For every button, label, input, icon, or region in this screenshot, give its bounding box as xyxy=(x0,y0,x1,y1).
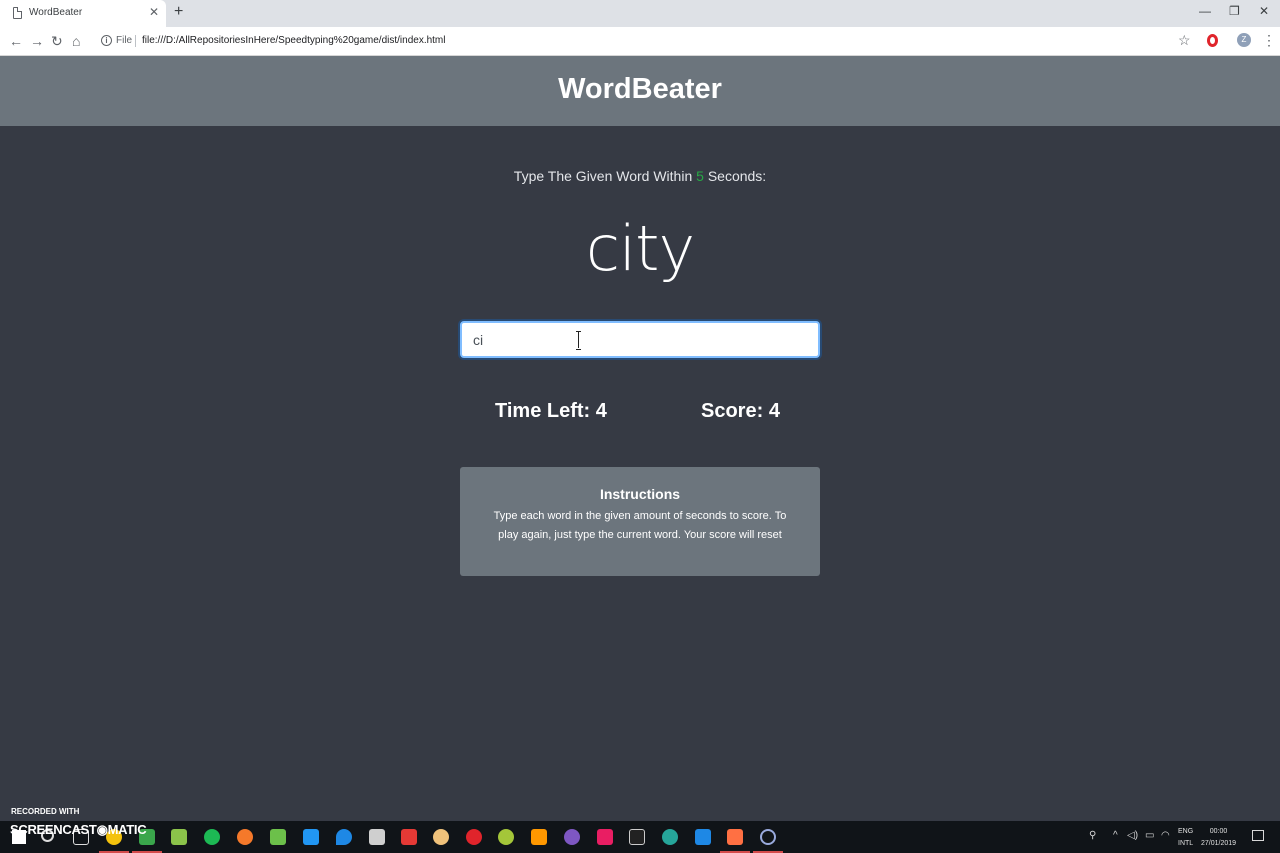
app-icon[interactable] xyxy=(662,829,678,845)
instructions-title: Instructions xyxy=(599,486,681,502)
profile-avatar-icon[interactable]: Z xyxy=(1237,33,1251,47)
volume-icon[interactable]: ◁) xyxy=(1127,830,1138,841)
vscode-icon[interactable] xyxy=(695,829,711,845)
opera-extension-icon[interactable] xyxy=(1207,34,1218,47)
current-word: city xyxy=(585,212,695,285)
notifications-icon[interactable] xyxy=(1252,830,1264,841)
notepad-icon[interactable] xyxy=(171,829,187,845)
score-value: 4 xyxy=(768,400,780,422)
restore-icon[interactable]: ❐ xyxy=(1229,4,1240,18)
site-info-icon[interactable]: i xyxy=(101,35,112,46)
watermark-recorded-with: RECORDED WITH xyxy=(11,807,80,816)
maps-icon[interactable] xyxy=(336,829,352,845)
score-label: Score: xyxy=(701,400,764,422)
instructions-text: Type each word in the given amount of se… xyxy=(493,510,787,541)
battery-icon[interactable]: ▭ xyxy=(1145,830,1154,841)
close-window-icon[interactable]: ✕ xyxy=(1259,4,1269,18)
opera-icon[interactable] xyxy=(466,829,482,845)
prompt-suffix: Seconds: xyxy=(707,168,767,184)
brand-title: WordBeater xyxy=(558,73,722,105)
new-tab-icon[interactable]: + xyxy=(174,3,183,21)
windows-taskbar: ⚲ ^ ◁) ▭ ◠ ENG INTL 00:00 27/01/2019 xyxy=(0,821,1280,853)
terminal-icon[interactable] xyxy=(629,829,645,845)
intellij-icon[interactable] xyxy=(597,829,613,845)
blender-icon[interactable] xyxy=(237,829,253,845)
watermark-brand: SCREENCAST◉MATIC xyxy=(10,822,147,837)
utorrent-icon[interactable] xyxy=(270,829,286,845)
browser-menu-icon[interactable]: ⋮ xyxy=(1262,32,1276,49)
taskbar-clock[interactable]: 00:00 27/01/2019 xyxy=(1201,826,1236,850)
tab-title: WordBeater xyxy=(29,7,83,18)
game-prompt: Type The Given Word Within 5 Seconds: xyxy=(0,168,1280,184)
sublime-icon[interactable] xyxy=(531,829,547,845)
address-bar[interactable]: file:///D:/AllRepositoriesInHere/Speedty… xyxy=(142,35,446,46)
time-left-label: Time Left: xyxy=(495,400,591,422)
browser-toolbar: ← → ↻ ⌂ i File file:///D:/AllRepositorie… xyxy=(0,27,1280,56)
chevron-up-icon[interactable]: ^ xyxy=(1113,830,1118,841)
android-icon[interactable] xyxy=(498,829,514,845)
tab-strip: WordBeater ✕ + — ❐ ✕ xyxy=(0,0,1280,27)
page-header: WordBeater xyxy=(0,56,1280,126)
seconds-value: 5 xyxy=(696,168,704,184)
score: Score: 4 xyxy=(701,400,780,423)
word-input[interactable] xyxy=(460,321,820,358)
wifi-icon[interactable]: ◠ xyxy=(1161,830,1170,841)
instructions-card: Instructions Type each word in the given… xyxy=(460,467,820,576)
close-tab-icon[interactable]: ✕ xyxy=(149,5,159,19)
forward-icon[interactable]: → xyxy=(30,33,44,49)
unity-icon[interactable] xyxy=(369,829,385,845)
browser-tab[interactable]: WordBeater ✕ xyxy=(0,0,166,27)
media-player-icon[interactable] xyxy=(303,829,319,845)
home-icon[interactable]: ⌂ xyxy=(72,33,80,49)
app-icon[interactable] xyxy=(727,829,743,845)
spotify-icon[interactable] xyxy=(204,829,220,845)
people-icon[interactable]: ⚲ xyxy=(1089,830,1096,841)
acrobat-icon[interactable] xyxy=(401,829,417,845)
screencast-icon[interactable] xyxy=(760,829,776,845)
bookmark-star-icon[interactable]: ☆ xyxy=(1178,32,1191,49)
language-indicator[interactable]: ENG INTL xyxy=(1178,826,1193,850)
keyboard-layout: INTL xyxy=(1178,840,1194,847)
clock-time: 00:00 xyxy=(1209,828,1228,835)
reload-icon[interactable]: ↻ xyxy=(51,33,63,49)
url-scheme-label: File xyxy=(116,35,133,46)
language-code: ENG xyxy=(1178,828,1194,835)
page-favicon-icon xyxy=(13,7,22,19)
back-icon[interactable]: ← xyxy=(9,33,23,49)
time-left: Time Left: 4 xyxy=(495,400,607,423)
clock-date: 27/01/2019 xyxy=(1201,840,1237,847)
time-left-value: 4 xyxy=(595,400,607,422)
app-icon[interactable] xyxy=(433,829,449,845)
app-icon[interactable] xyxy=(564,829,580,845)
prompt-prefix: Type The Given Word Within xyxy=(513,168,693,184)
minimize-icon[interactable]: — xyxy=(1199,4,1211,18)
omnibox-divider xyxy=(135,35,136,47)
